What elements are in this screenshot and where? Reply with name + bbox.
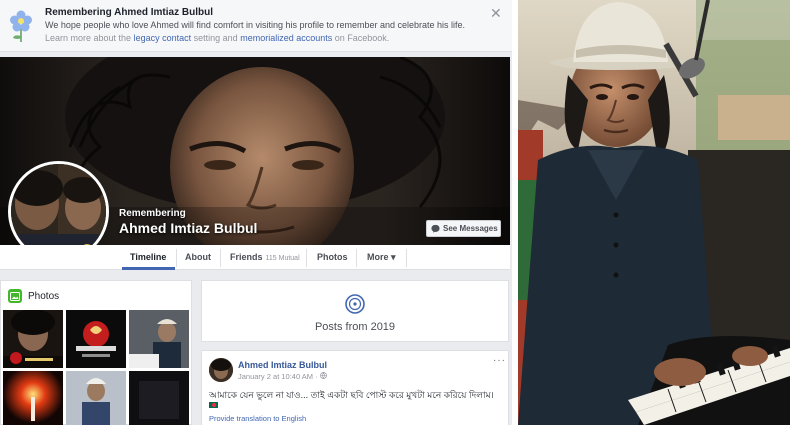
memorialized-accounts-link[interactable]: memorialized accounts	[240, 33, 332, 43]
photos-header[interactable]: Photos	[8, 289, 59, 303]
banner-learn-more: Learn more about the legacy contact sett…	[45, 33, 389, 43]
tab-divider	[406, 249, 407, 267]
tab-label: More ▾	[367, 252, 396, 262]
tab-label: Timeline	[130, 252, 167, 262]
post-timestamp[interactable]: January 2 at 10:40 AM ·	[238, 372, 327, 381]
tab-label: Photos	[317, 252, 348, 262]
memorial-banner: Remembering Ahmed Imtiaz Bulbul We hope …	[0, 0, 512, 52]
post-options-button[interactable]: ···	[493, 355, 506, 366]
post-date: January 2 at 10:40 AM ·	[238, 372, 320, 381]
close-icon[interactable]: ✕	[490, 5, 502, 22]
post: Ahmed Imtiaz Bulbul January 2 at 10:40 A…	[201, 350, 509, 425]
banner-title: Remembering Ahmed Imtiaz Bulbul	[45, 7, 213, 18]
tab-label: About	[185, 252, 211, 262]
mutual-friends-count: 115 Mutual	[265, 255, 300, 262]
posts-from-year-card[interactable]: Posts from 2019	[201, 280, 509, 342]
facebook-memorial-profile: Remembering Ahmed Imtiaz Bulbul We hope …	[0, 0, 512, 425]
musician-photo	[518, 0, 790, 425]
tab-more[interactable]: More ▾	[367, 252, 396, 263]
tab-divider	[356, 249, 357, 267]
see-messages-label: See Messages	[443, 224, 498, 233]
translation-link[interactable]: Provide translation to English	[209, 414, 306, 423]
globe-icon	[319, 372, 327, 379]
musician-portrait	[518, 0, 790, 425]
banner-message: We hope people who love Ahmed will find …	[45, 20, 466, 30]
post-text: আমাকে যেন ভুলে না যাও... তাই একটা ছবি পো…	[209, 390, 494, 400]
learn-mid: setting and	[193, 33, 238, 43]
photos-icon	[8, 289, 22, 303]
photo-thumbnail[interactable]	[129, 371, 189, 425]
remembering-label: Remembering	[119, 208, 186, 219]
post-author-name[interactable]: Ahmed Imtiaz Bulbul	[238, 360, 327, 370]
learn-prefix: Learn more about the	[45, 33, 132, 43]
tab-label: Friends	[230, 252, 263, 262]
see-messages-button[interactable]: See Messages	[426, 220, 501, 237]
translate-text: Provide translation to English	[209, 414, 307, 423]
forget-me-not-icon	[10, 10, 32, 42]
learn-suffix: on Facebook.	[334, 33, 390, 43]
photo-thumbnail[interactable]	[66, 371, 126, 425]
photo-thumbnail[interactable]	[3, 310, 63, 368]
legacy-contact-link[interactable]: legacy contact	[134, 33, 192, 43]
tab-divider	[220, 249, 221, 267]
clock-icon	[345, 294, 365, 314]
active-tab-indicator	[122, 267, 175, 270]
photo-thumbnail[interactable]	[3, 371, 63, 425]
photos-card: Photos	[0, 280, 192, 425]
photos-title: Photos	[28, 290, 60, 302]
photo-thumbnail[interactable]	[66, 310, 126, 368]
bangladesh-flag-icon	[209, 402, 218, 408]
profile-name[interactable]: Ahmed Imtiaz Bulbul	[119, 220, 257, 236]
messages-icon	[431, 224, 440, 233]
photo-thumbnail[interactable]	[129, 310, 189, 368]
tab-photos[interactable]: Photos	[317, 252, 348, 262]
tab-divider	[306, 249, 307, 267]
tab-timeline[interactable]: Timeline	[130, 252, 166, 262]
posts-from-year-label: Posts from 2019	[314, 321, 396, 333]
tab-friends[interactable]: Friends 115 Mutual	[230, 252, 300, 262]
post-author-avatar[interactable]	[209, 358, 233, 382]
tab-divider	[176, 249, 177, 267]
tab-about[interactable]: About	[185, 252, 211, 262]
profile-tabs: Timeline About Friends 115 Mutual Photos …	[0, 245, 510, 270]
